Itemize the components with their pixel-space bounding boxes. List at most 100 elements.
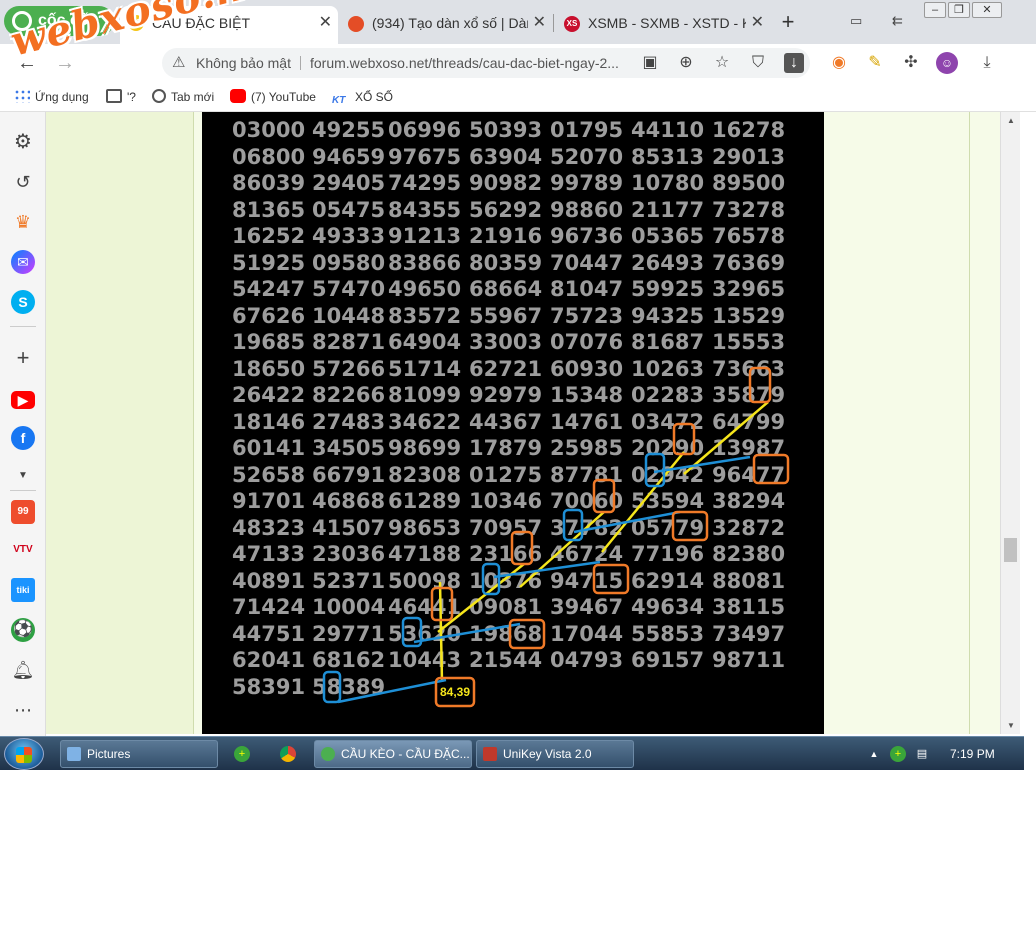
left-sidebar: ⚙ ↺ ♛ ✉ S + ▶ f ▼ 99 VTV tiki ⚽ 🔔︎ ⋯ <box>0 112 46 738</box>
skype-icon[interactable]: S <box>11 290 35 314</box>
bookmark-label: (7) YouTube <box>251 90 316 104</box>
youtube-sidebar-icon[interactable]: ▶ <box>11 391 35 409</box>
vertical-scrollbar[interactable]: ▲ ▼ <box>1000 112 1020 734</box>
orange-highlight-box <box>592 478 616 514</box>
crown-icon[interactable]: ♛ <box>11 210 35 234</box>
blue-connector-line <box>337 678 447 704</box>
downloads-icon[interactable]: ⤓ <box>976 52 998 74</box>
more-options-icon[interactable]: ⋯ <box>11 698 35 722</box>
tiki-icon[interactable]: tiki <box>11 578 35 602</box>
shopee-icon[interactable]: 99 <box>11 500 35 524</box>
close-window-button[interactable]: ✕ <box>972 2 1002 18</box>
yellow-connector-line <box>683 401 769 475</box>
lottery-grid-image: 03000 49255 06996 50393 01795 44110 16278 06800… <box>202 112 824 734</box>
history-icon[interactable]: ↺ <box>11 170 35 194</box>
result-label: 84,39 <box>440 685 470 699</box>
taskbar-unikey[interactable]: UniKey Vista 2.0 <box>476 740 634 768</box>
facebook-icon[interactable]: f <box>11 426 35 450</box>
unikey-quick-icon[interactable]: + <box>234 746 250 762</box>
close-tab-icon[interactable]: ✕ <box>319 6 332 40</box>
blue-connector-line <box>573 510 681 534</box>
apps-grid-icon <box>14 89 30 103</box>
blue-highlight-box <box>322 670 342 704</box>
bookmark-star-icon[interactable]: ☆ <box>712 53 732 73</box>
pattern-overlay: 84,39 <box>322 366 790 708</box>
taskbar-label: Pictures <box>87 747 131 761</box>
chrome-icon[interactable] <box>280 746 296 762</box>
bookmark-xo-so[interactable]: KT XỔ SỐ <box>332 88 393 106</box>
tray-unikey-icon[interactable]: + <box>890 746 906 762</box>
profile-avatar[interactable]: ☺ <box>936 52 958 74</box>
tab-search-icon[interactable]: ▭ <box>850 14 868 28</box>
pencil-icon[interactable]: ✎ <box>864 52 886 74</box>
address-bar[interactable]: ⚠ Không bảo mật forum.webxoso.net/thread… <box>162 48 810 78</box>
chevron-down-icon[interactable]: ▼ <box>11 464 35 488</box>
vtv-go-icon[interactable]: VTV <box>11 538 35 562</box>
folder-icon <box>106 89 122 103</box>
desktop-screen: cốc cốc XS CẦU ĐẶC BIỆT ✕ (934) Tạo dàn … <box>0 0 1036 952</box>
windows-taskbar: Pictures + CẦU KÈO - CẦU ĐẶC... UniKey V… <box>0 736 1024 770</box>
address-divider <box>300 56 301 70</box>
orange-highlight-box <box>752 453 790 485</box>
blocked-popup-icon[interactable]: ▣ <box>640 53 660 73</box>
bookmark-label: Tab mới <box>171 90 215 104</box>
taskbar-clock[interactable]: 7:19 PM <box>950 737 995 771</box>
sidebar-divider <box>10 326 36 327</box>
pictures-folder-icon <box>67 747 81 761</box>
orange-highlight-box <box>430 586 454 622</box>
close-tab-icon[interactable]: ✕ <box>751 8 764 38</box>
network-icon[interactable]: ▤ <box>914 746 930 762</box>
bookmark-youtube[interactable]: (7) YouTube <box>230 88 316 106</box>
taskbar-coccoc-window[interactable]: CẦU KÈO - CẦU ĐẶC... <box>314 740 472 768</box>
taskbar-pictures[interactable]: Pictures <box>60 740 218 768</box>
xs-favicon-icon: XS <box>564 16 580 32</box>
back-arrow-small-icon[interactable]: ⇇ <box>892 14 910 28</box>
globe-icon <box>152 89 166 103</box>
bookmark-label: Ứng dụng <box>35 90 89 104</box>
bookmark-folder[interactable]: '? <box>106 88 136 106</box>
zoom-icon[interactable]: ⊕ <box>676 53 696 73</box>
soccer-ball-icon[interactable]: ⚽ <box>11 618 35 642</box>
url-text[interactable]: forum.webxoso.net/threads/cau-dac-biet-n… <box>310 48 630 78</box>
bookmark-apps[interactable]: Ứng dụng <box>14 88 89 106</box>
scrollbar-thumb[interactable] <box>1004 538 1017 562</box>
orange-highlight-box <box>510 530 534 566</box>
yellow-connector-line <box>438 581 444 683</box>
security-status[interactable]: Không bảo mật <box>196 48 291 78</box>
settings-gear-icon[interactable]: ⚙ <box>11 130 35 154</box>
scroll-up-arrow-icon[interactable]: ▲ <box>1001 116 1021 125</box>
tab-title: (934) Tạo dàn xổ số | Dàn <box>372 15 528 31</box>
youtube-icon <box>230 89 246 103</box>
tab-separator <box>553 14 554 32</box>
notification-bell-icon[interactable]: 🔔︎ <box>11 658 35 682</box>
scroll-down-arrow-icon[interactable]: ▼ <box>1001 721 1021 730</box>
new-tab-button[interactable]: + <box>776 10 800 34</box>
coccoc-small-icon <box>321 747 335 761</box>
orange-highlight-box <box>672 422 696 456</box>
tab-xsmb[interactable]: XS XSMB - SXMB - XSTD - K ✕ <box>556 8 770 38</box>
orange-highlight-box <box>671 510 709 542</box>
add-plus-icon[interactable]: + <box>11 346 35 370</box>
start-button[interactable] <box>4 738 44 770</box>
page-left-margin <box>46 112 194 734</box>
minimize-window-button[interactable]: – <box>924 2 946 18</box>
bookmarks-bar: Ứng dụng '? Tab mới (7) YouTube KT XỔ SỐ <box>0 82 1036 112</box>
tray-expand-icon[interactable]: ▲ <box>866 746 882 762</box>
windows-logo-icon <box>16 747 32 763</box>
blue-connector-line <box>413 622 521 644</box>
coccoc-extension-icon[interactable]: ◉ <box>828 52 850 74</box>
extensions-puzzle-icon[interactable]: ✣ <box>900 52 922 74</box>
tab-title: XSMB - SXMB - XSTD - K <box>588 15 746 31</box>
messenger-icon[interactable]: ✉ <box>11 250 35 274</box>
tab-tao-dan-xo-so[interactable]: (934) Tạo dàn xổ số | Dàn ✕ <box>340 8 552 38</box>
restore-window-button[interactable]: ❐ <box>948 2 970 18</box>
close-tab-icon[interactable]: ✕ <box>533 8 546 38</box>
unikey-icon <box>483 747 497 761</box>
bookmark-label: XỔ SỐ <box>355 90 394 104</box>
browser-toolbar: ← → ⚠ Không bảo mật forum.webxoso.net/th… <box>0 44 1036 82</box>
bookmark-new-tab[interactable]: Tab mới <box>152 88 214 106</box>
page-right-border <box>969 112 970 734</box>
shield-icon[interactable]: ⛉ <box>748 53 768 73</box>
site-favicon-icon <box>348 16 364 32</box>
download-video-icon[interactable]: ↓ <box>784 53 804 73</box>
